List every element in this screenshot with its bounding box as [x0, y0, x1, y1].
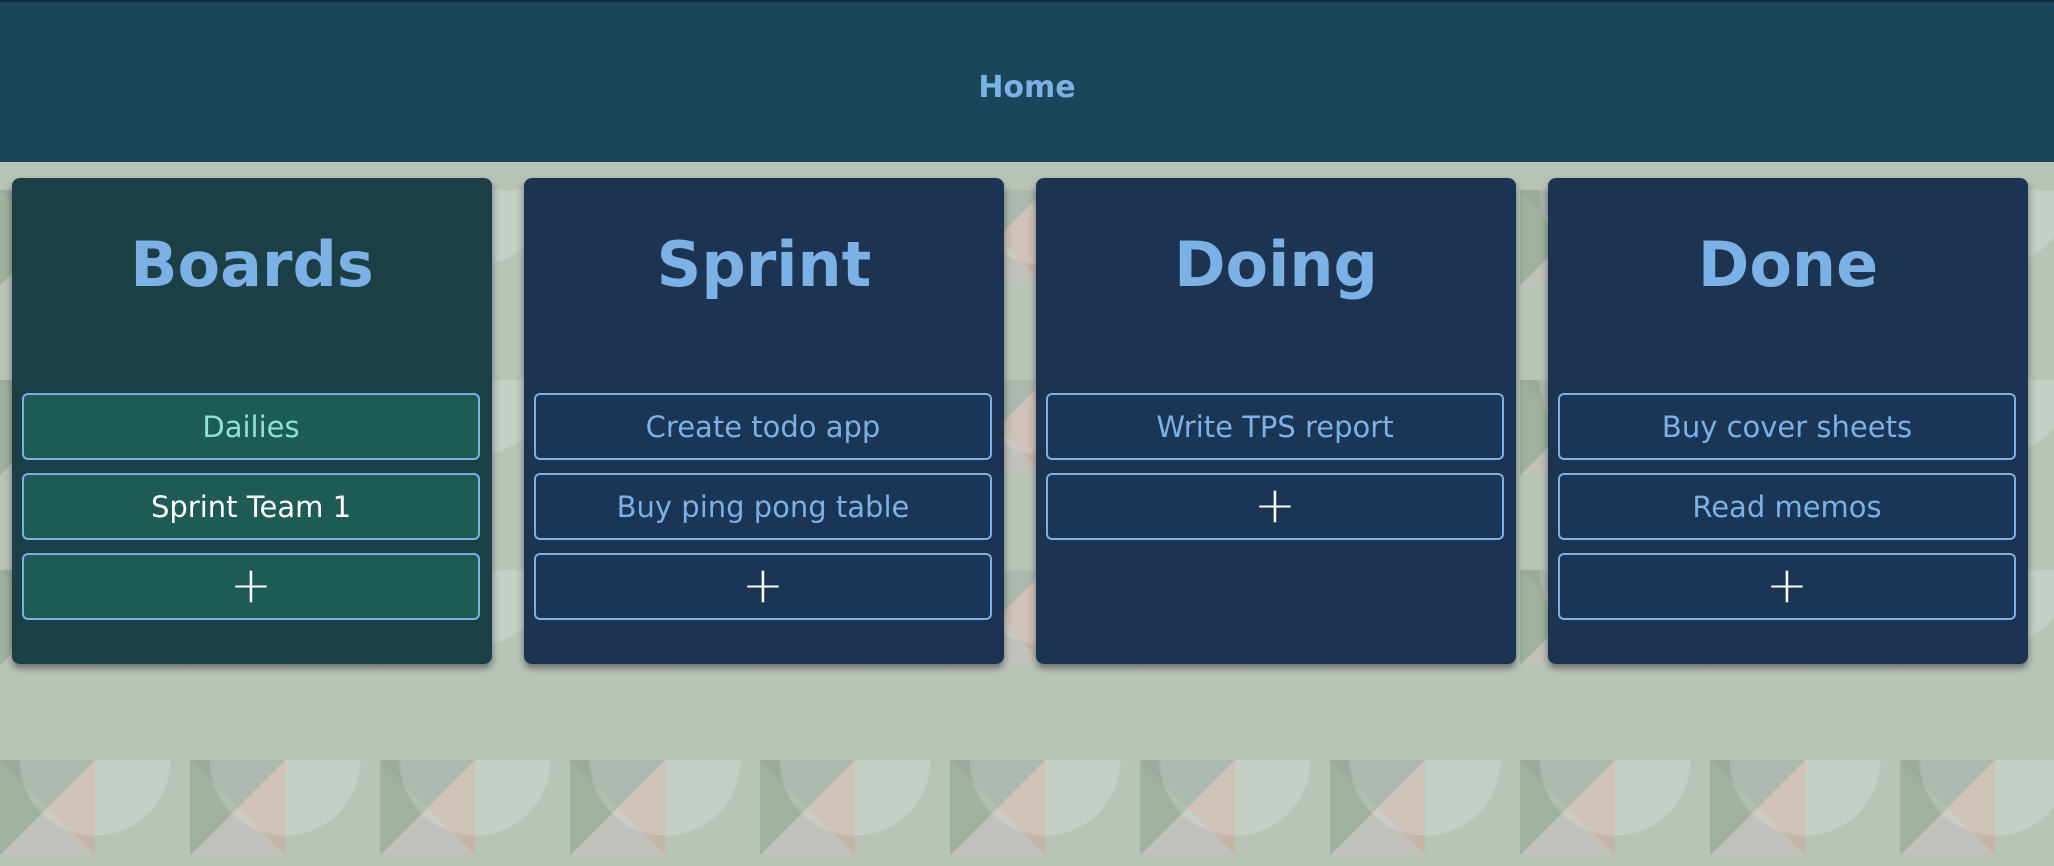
doing-column: Doing Write TPS report +: [1036, 178, 1516, 664]
boards-column: Boards Dailies Sprint Team 1 +: [12, 178, 492, 664]
board-columns: Boards Dailies Sprint Team 1 + Sprint Cr…: [12, 178, 2042, 664]
plus-icon: +: [742, 555, 784, 614]
add-board-button[interactable]: +: [22, 553, 480, 620]
column-title-doing: Doing: [1174, 228, 1378, 301]
column-title-done: Done: [1697, 228, 1879, 301]
done-column: Done Buy cover sheets Read memos +: [1548, 178, 2028, 664]
column-title-sprint: Sprint: [656, 228, 872, 301]
board-item-sprint-team-1[interactable]: Sprint Team 1: [22, 473, 480, 540]
board-item-dailies[interactable]: Dailies: [22, 393, 480, 460]
task-card[interactable]: Buy cover sheets: [1558, 393, 2016, 460]
task-card[interactable]: Create todo app: [534, 393, 992, 460]
sprint-column: Sprint Create todo app Buy ping pong tab…: [524, 178, 1004, 664]
home-link[interactable]: Home: [0, 70, 2054, 105]
top-nav-bar: Home: [0, 0, 2054, 162]
add-task-button[interactable]: +: [1046, 473, 1504, 540]
task-card[interactable]: Write TPS report: [1046, 393, 1504, 460]
task-card[interactable]: Read memos: [1558, 473, 2016, 540]
plus-icon: +: [1766, 555, 1808, 614]
add-task-button[interactable]: +: [1558, 553, 2016, 620]
task-card[interactable]: Buy ping pong table: [534, 473, 992, 540]
plus-icon: +: [1254, 475, 1296, 534]
column-title-boards: Boards: [130, 228, 374, 301]
add-task-button[interactable]: +: [534, 553, 992, 620]
plus-icon: +: [230, 555, 272, 614]
